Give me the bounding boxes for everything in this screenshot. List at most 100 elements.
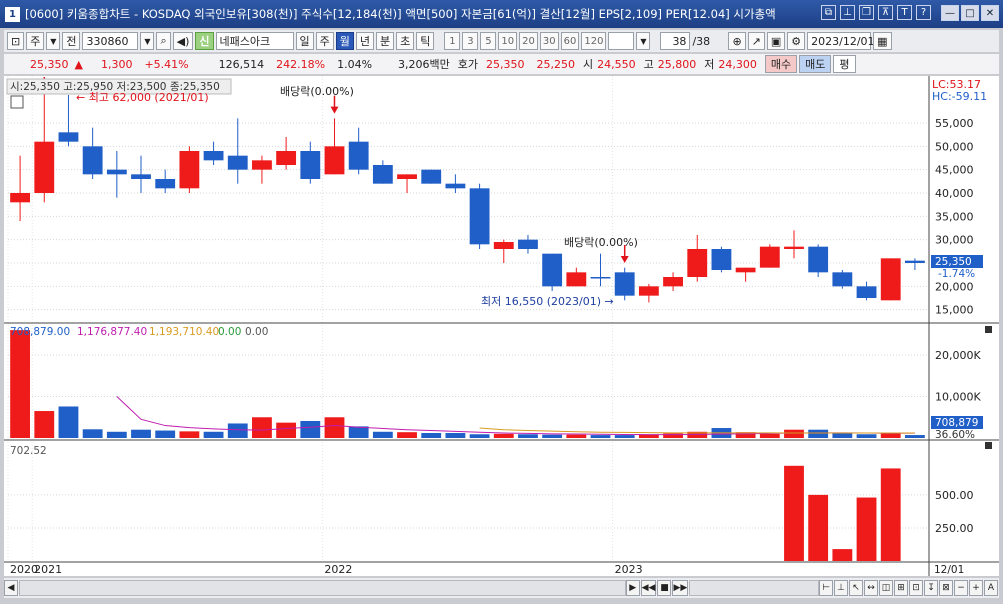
gear-icon[interactable]: ⚙ <box>787 32 806 50</box>
stop-button[interactable]: ■ <box>657 580 672 596</box>
close-panel-icon[interactable] <box>985 326 992 333</box>
cursor-icon[interactable]: ↖ <box>849 580 863 596</box>
open-label: 시 <box>583 58 594 71</box>
interval-60[interactable]: 60 <box>560 32 580 50</box>
tool-2-icon[interactable]: ⊥ <box>834 580 848 596</box>
chart-area[interactable]: 15,00020,00025,00030,00035,00040,00045,0… <box>4 76 999 576</box>
box-icon[interactable]: ⊠ <box>939 580 953 596</box>
bid-label: 호가 <box>457 58 479 71</box>
close-panel-2-icon[interactable] <box>985 442 992 449</box>
window-title: [0600] 키움종합차트 - KOSDAQ 외국인보유[308(천)] 주식수… <box>25 7 776 21</box>
candle-body <box>324 146 345 175</box>
zoom-in-button[interactable]: + <box>969 580 983 596</box>
minimize-button[interactable]: — <box>941 5 959 21</box>
low-label: 최저 16,550 (2023/01) → <box>481 295 614 308</box>
interval-3[interactable]: 3 <box>462 32 479 50</box>
split-icon[interactable]: ◫ <box>879 580 893 596</box>
rewind-button[interactable]: ◀◀ <box>640 580 657 596</box>
hc-label: HC:-59.11 <box>932 90 987 103</box>
text-icon[interactable]: T <box>897 5 912 20</box>
chart-svg[interactable]: 15,00020,00025,00030,00035,00040,00045,0… <box>4 76 999 576</box>
interval-10[interactable]: 10 <box>498 32 518 50</box>
date-input[interactable]: 2023/12/01 <box>807 32 875 50</box>
grid-icon[interactable]: ⊞ <box>894 580 908 596</box>
flat-button[interactable]: 평 <box>833 55 856 73</box>
volume-bar <box>34 411 55 438</box>
period-week[interactable]: 주 <box>315 32 334 50</box>
interval-1[interactable]: 1 <box>444 32 461 50</box>
range-icon[interactable]: ↔ <box>864 580 878 596</box>
candle-body <box>10 193 31 203</box>
table-icon[interactable] <box>10 95 24 109</box>
calendar-icon[interactable]: ▦ <box>873 32 892 50</box>
window-link-icon[interactable]: ⧉ <box>821 5 836 20</box>
candle-body <box>784 246 804 249</box>
line-tool-icon[interactable]: ↗ <box>747 32 765 50</box>
interval-30[interactable]: 30 <box>539 32 559 50</box>
help-icon[interactable]: ? <box>916 5 931 20</box>
type-selector[interactable]: 주 <box>26 32 45 50</box>
count-input[interactable]: 38 <box>660 32 691 50</box>
interval-120[interactable]: 120 <box>581 32 607 50</box>
save-icon[interactable]: ▣ <box>766 32 786 50</box>
volume-bar <box>421 433 442 438</box>
volume-bar <box>227 423 248 438</box>
candle-body <box>348 141 369 170</box>
period-day[interactable]: 일 <box>295 32 314 50</box>
play-button[interactable]: ▶ <box>625 580 640 596</box>
indicator-tick-label: 250.00 <box>935 522 974 535</box>
scope-selector[interactable]: 전 <box>62 32 81 50</box>
search-icon[interactable]: ⌕ <box>156 32 171 50</box>
chart-tools-icon[interactable]: ⊕ <box>728 32 746 50</box>
chevron-down-icon[interactable]: ▼ <box>46 32 61 50</box>
period-tick[interactable]: 틱 <box>416 32 435 50</box>
interval-input[interactable] <box>608 32 635 50</box>
interval-dropdown-icon[interactable]: ▼ <box>636 32 651 50</box>
candle-body <box>155 179 176 189</box>
period-minute[interactable]: 분 <box>376 32 395 50</box>
interval-5[interactable]: 5 <box>480 32 497 50</box>
volume-bar <box>808 429 829 438</box>
frame-icon[interactable]: ⊡ <box>909 580 923 596</box>
volume-bar <box>300 420 321 438</box>
candle-body <box>493 242 514 249</box>
dividend-label-1: 배당락(0.00%) <box>280 85 354 98</box>
candle-body <box>106 169 127 175</box>
font-button[interactable]: A <box>984 580 998 596</box>
pin-2-icon[interactable]: ⊼ <box>878 5 893 20</box>
tool-1-icon[interactable]: ⊢ <box>819 580 833 596</box>
maximize-button[interactable]: □ <box>961 5 979 21</box>
bid-price-1: 25,350 <box>486 57 525 71</box>
volume-bar <box>58 406 79 438</box>
candle-body <box>663 277 683 287</box>
sell-button[interactable]: 매도 <box>799 55 832 73</box>
stock-code-input[interactable]: 330860 <box>82 32 139 50</box>
scroll-track[interactable] <box>19 580 626 596</box>
forward-button[interactable]: ▶▶ <box>672 580 689 596</box>
volume-legend-2: 1,193,710.40 <box>149 326 219 338</box>
period-second[interactable]: 초 <box>396 32 415 50</box>
code-dropdown-icon[interactable]: ▼ <box>140 32 155 50</box>
period-year[interactable]: 년 <box>355 32 375 50</box>
dividend-arrow-head <box>620 256 629 263</box>
price-tick-label: 35,000 <box>935 210 974 223</box>
low-price: 24,300 <box>718 57 757 71</box>
quote-bar: 25,350 ▲ 1,300 +5.41% 126,514 242.18% 1.… <box>4 54 999 74</box>
zoom-out-button[interactable]: − <box>954 580 968 596</box>
layout-icon[interactable]: ⊡ <box>7 32 25 50</box>
candle-body <box>300 151 321 179</box>
period-month[interactable]: 월 <box>335 32 354 50</box>
zoom-track[interactable] <box>689 580 819 596</box>
interval-20[interactable]: 20 <box>519 32 538 50</box>
volume-bar <box>469 434 490 438</box>
scroll-left-button[interactable]: ◀ <box>4 580 18 596</box>
volume-bar <box>590 435 611 438</box>
speaker-icon[interactable]: ◀) <box>172 32 194 50</box>
close-button[interactable]: ✕ <box>981 5 999 21</box>
volume-bar <box>397 432 417 438</box>
pin-icon[interactable]: ⊥ <box>840 5 855 20</box>
restore-icon[interactable]: ❐ <box>859 5 874 20</box>
volume-bar <box>203 431 224 438</box>
buy-button[interactable]: 매수 <box>764 55 798 73</box>
down-icon[interactable]: ↧ <box>924 580 938 596</box>
